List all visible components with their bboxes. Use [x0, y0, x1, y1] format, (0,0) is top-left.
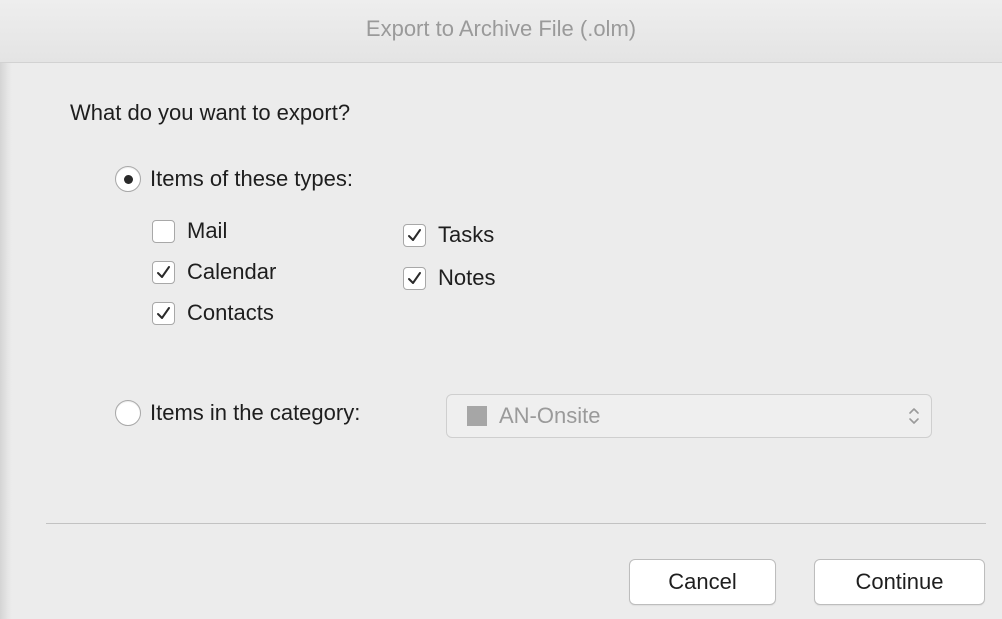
export-question: What do you want to export?: [70, 100, 351, 125]
checkmark-icon: [408, 228, 421, 241]
window-edge: [0, 0, 12, 619]
checkbox-notes-label: Notes: [438, 265, 496, 290]
radio-items-in-category[interactable]: Items in the category:: [115, 400, 360, 426]
title-bar: Export to Archive File (.olm): [0, 0, 1002, 63]
checkbox-contacts-label: Contacts: [187, 300, 274, 325]
export-dialog: Export to Archive File (.olm) What do yo…: [0, 0, 1002, 619]
cancel-button[interactable]: Cancel: [629, 559, 776, 605]
checkbox-tasks[interactable]: Tasks: [403, 222, 494, 248]
checkmark-icon: [408, 271, 421, 284]
checkbox-checked[interactable]: [152, 301, 175, 325]
checkbox-mail[interactable]: Mail: [152, 218, 227, 244]
checkbox-checked[interactable]: [152, 260, 175, 284]
checkbox-tasks-label: Tasks: [438, 222, 495, 247]
checkbox-unchecked[interactable]: [152, 219, 175, 243]
checkbox-calendar[interactable]: Calendar: [152, 259, 276, 285]
radio-items-of-types[interactable]: Items of these types:: [115, 166, 353, 192]
category-select-value: AN-Onsite: [499, 403, 601, 428]
category-select[interactable]: AN-Onsite: [446, 394, 932, 438]
checkbox-checked[interactable]: [403, 223, 426, 247]
radio-button-unselected[interactable]: [115, 400, 141, 426]
checkbox-mail-label: Mail: [187, 218, 228, 243]
radio-items-of-types-label: Items of these types:: [150, 166, 353, 191]
checkmark-icon: [157, 306, 170, 319]
up-down-chevron-icon: [909, 408, 919, 424]
radio-button-selected[interactable]: [115, 166, 141, 192]
category-color-swatch: [467, 406, 487, 426]
checkbox-calendar-label: Calendar: [187, 259, 277, 284]
radio-dot-icon: [123, 174, 133, 184]
checkbox-contacts[interactable]: Contacts: [152, 300, 274, 326]
window-title: Export to Archive File (.olm): [365, 16, 637, 41]
radio-items-in-category-label: Items in the category:: [150, 400, 361, 425]
checkmark-icon: [157, 265, 170, 278]
divider: [46, 523, 986, 524]
continue-button[interactable]: Continue: [814, 559, 985, 605]
checkbox-notes[interactable]: Notes: [403, 265, 495, 291]
checkbox-checked[interactable]: [403, 266, 426, 290]
